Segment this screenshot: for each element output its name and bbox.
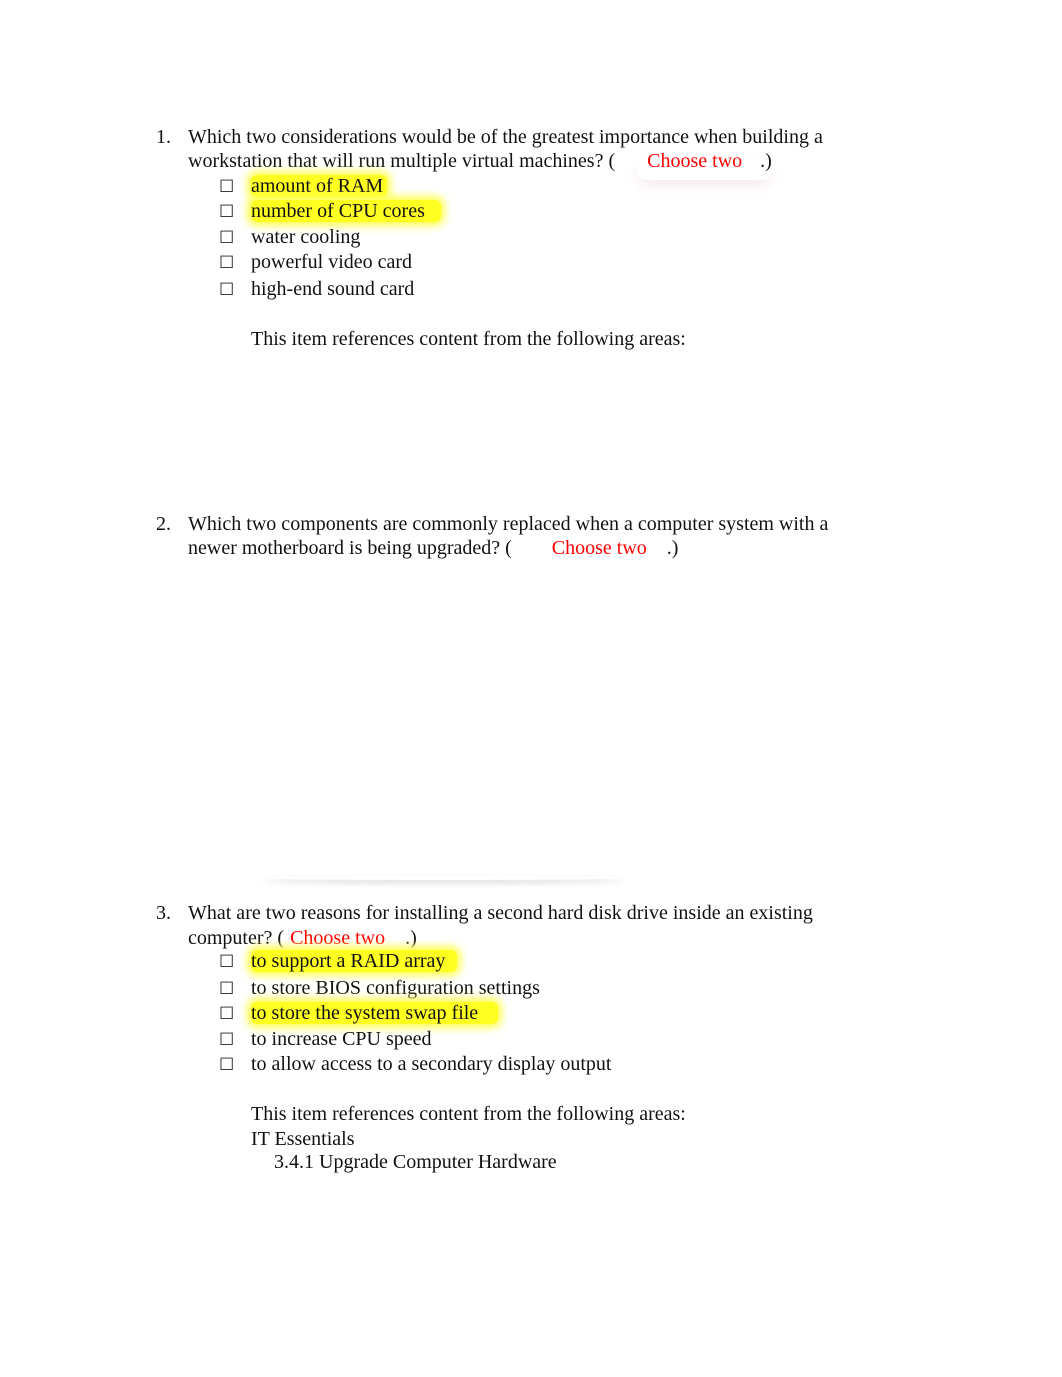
- question-text-line2: computer? (Choose two.): [188, 926, 417, 950]
- checkbox-icon[interactable]: ☐: [219, 950, 251, 974]
- option-sound-card[interactable]: ☐ high-end sound card: [219, 277, 414, 302]
- faint-shadow-divider: [262, 876, 624, 880]
- choose-instruction: Choose two: [551, 537, 647, 559]
- question-text-suffix: .): [405, 927, 417, 949]
- option-label: to increase CPU speed: [251, 1028, 432, 1050]
- option-display-output[interactable]: ☐ to allow access to a secondary display …: [219, 1052, 611, 1077]
- question-text-prefix: workstation that will run multiple virtu…: [188, 150, 616, 172]
- question-text-line2: workstation that will run multiple virtu…: [188, 149, 772, 173]
- choose-instruction: Choose two: [290, 927, 386, 949]
- option-label: water cooling: [251, 226, 361, 248]
- option-water-cooling[interactable]: ☐ water cooling: [219, 225, 360, 250]
- reference-intro: This item references content from the fo…: [251, 1103, 686, 1125]
- option-label: to store BIOS configuration settings: [251, 977, 540, 999]
- question-number: 1.: [156, 126, 171, 148]
- question-text-line1: Which two components are commonly replac…: [188, 513, 829, 535]
- question-text-line1: What are two reasons for installing a se…: [188, 902, 813, 924]
- question-text-line2: newer motherboard is being upgraded? ( Ch…: [188, 536, 678, 560]
- option-bios-settings[interactable]: ☐ to store BIOS configuration settings: [219, 976, 540, 1001]
- question-text-suffix: .): [666, 537, 679, 559]
- option-label: to allow access to a secondary display o…: [251, 1053, 612, 1075]
- option-swap-file[interactable]: ☐ to store the system swap file: [219, 1001, 499, 1026]
- checkbox-icon[interactable]: ☐: [219, 1002, 251, 1026]
- option-label: amount of RAM: [251, 175, 388, 197]
- option-cpu-cores[interactable]: ☐ number of CPU cores: [219, 199, 441, 224]
- checkbox-icon[interactable]: ☐: [219, 175, 251, 199]
- question-text-line1: Which two considerations would be of the…: [188, 126, 823, 148]
- checkbox-icon[interactable]: ☐: [219, 977, 251, 1001]
- reference-section: 3.4.1 Upgrade Computer Hardware: [274, 1151, 557, 1173]
- checkbox-icon[interactable]: ☐: [219, 1028, 251, 1052]
- choose-instruction: Choose two: [647, 150, 743, 172]
- checkbox-icon[interactable]: ☐: [219, 1053, 251, 1077]
- question-text-prefix: newer motherboard is being upgraded? (: [188, 537, 512, 559]
- reference-intro: This item references content from the fo…: [251, 328, 686, 350]
- option-label: number of CPU cores: [251, 200, 441, 222]
- option-label: to store the system swap file: [251, 1002, 499, 1024]
- option-label: high-end sound card: [251, 278, 415, 300]
- option-amount-of-ram[interactable]: ☐ amount of RAM: [219, 174, 388, 199]
- option-video-card[interactable]: ☐ powerful video card: [219, 250, 412, 275]
- question-text-suffix: .): [760, 150, 772, 172]
- checkbox-icon[interactable]: ☐: [219, 226, 251, 250]
- question-number: 2.: [156, 513, 171, 535]
- option-label: to support a RAID array: [251, 950, 458, 972]
- question-text-prefix: computer? (: [188, 927, 285, 949]
- option-raid-array[interactable]: ☐ to support a RAID array: [219, 949, 458, 974]
- option-cpu-speed[interactable]: ☐ to increase CPU speed: [219, 1027, 432, 1052]
- checkbox-icon[interactable]: ☐: [219, 278, 251, 302]
- reference-course: IT Essentials: [251, 1128, 355, 1150]
- checkbox-icon[interactable]: ☐: [219, 251, 251, 275]
- checkbox-icon[interactable]: ☐: [219, 200, 251, 224]
- question-number: 3.: [156, 902, 171, 924]
- option-label: powerful video card: [251, 251, 413, 273]
